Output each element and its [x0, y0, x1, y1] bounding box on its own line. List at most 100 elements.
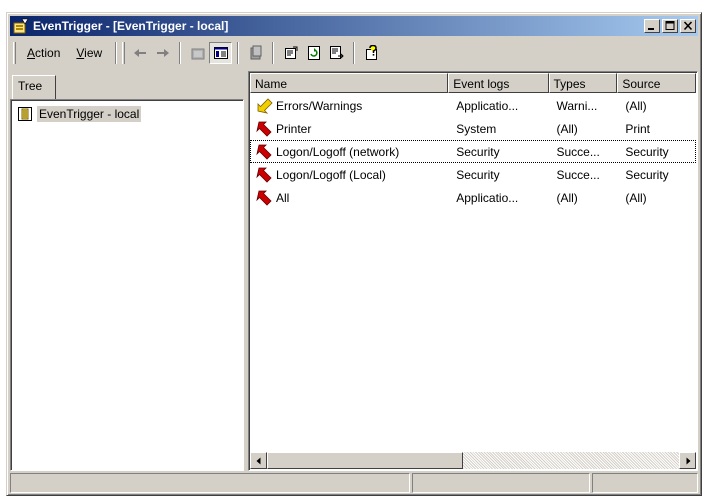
toolbar-separator — [179, 42, 182, 64]
row-event-logs: System — [456, 121, 497, 136]
row-name-cell: Errors/Warnings — [250, 97, 448, 114]
tab-tree-label: Tree — [18, 79, 43, 93]
scroll-right-icon — [686, 457, 690, 464]
list-row[interactable]: All Applicatio... (All) (All) — [250, 186, 696, 209]
maximize-button[interactable] — [662, 19, 678, 33]
export-list-button[interactable] — [325, 42, 348, 64]
list-pane[interactable]: Name Event logs Types Source Errors/Warn… — [248, 71, 698, 471]
menu-view[interactable]: View — [68, 44, 110, 62]
row-name: All — [276, 190, 290, 205]
row-name: Logon/Logoff (network) — [276, 144, 400, 159]
close-button[interactable] — [680, 19, 696, 33]
column-header-event-logs[interactable]: Event logs — [448, 73, 549, 93]
row-types: Succe... — [556, 167, 600, 182]
back-arrow-icon — [133, 49, 146, 57]
minimize-button[interactable] — [644, 19, 660, 33]
forward-arrow-icon — [156, 49, 169, 57]
red-arrow-icon — [256, 144, 272, 160]
scroll-left-button[interactable] — [250, 452, 267, 469]
maximize-icon — [665, 21, 675, 30]
menu-action[interactable]: Action — [19, 44, 68, 62]
row-event-logs: Security — [456, 144, 500, 159]
delete-button[interactable] — [244, 42, 267, 64]
row-name-cell: Logon/Logoff (Local) — [250, 167, 448, 183]
refresh-button[interactable] — [302, 42, 325, 64]
delete-icon — [250, 45, 262, 60]
app-icon — [13, 18, 29, 34]
row-source: (All) — [625, 190, 647, 205]
status-pane-middle — [412, 473, 590, 493]
column-header-label: Types — [553, 77, 586, 91]
row-event-logs: Security — [456, 167, 500, 182]
menu-action-label: Action — [27, 46, 61, 60]
toolbar-separator — [272, 42, 275, 64]
row-event-logs: Applicatio... — [456, 98, 519, 113]
list-row[interactable]: Logon/Logoff (Local) Security Succe... S… — [250, 163, 696, 186]
row-source: Security — [625, 144, 669, 159]
close-icon — [683, 21, 693, 31]
row-types: (All) — [556, 190, 578, 205]
status-bar — [10, 473, 698, 493]
tree-pane[interactable]: EvenTrigger - local — [10, 99, 244, 471]
status-pane-main — [10, 473, 410, 493]
eventrigger-node-icon — [18, 107, 32, 121]
tree-node-root[interactable]: EvenTrigger - local — [17, 106, 142, 122]
row-name: Errors/Warnings — [276, 98, 363, 113]
properties-icon — [284, 46, 298, 59]
tab-tree[interactable]: Tree — [12, 75, 56, 99]
back-button[interactable] — [128, 42, 151, 64]
show-hide-tree-button[interactable] — [209, 42, 233, 64]
list-row[interactable]: Errors/Warnings Applicatio... Warni... (… — [250, 94, 696, 117]
column-header-label: Name — [255, 77, 288, 91]
scroll-thumb[interactable] — [267, 452, 463, 469]
app-window: EvenTrigger - [EvenTrigger - local] Acti… — [6, 12, 702, 496]
up-folder-icon — [191, 48, 205, 60]
red-arrow-icon — [256, 167, 272, 183]
main-content: Tree EvenTrigger - local Name Event logs… — [10, 71, 698, 471]
red-arrow-icon — [256, 121, 272, 137]
column-header-name[interactable]: Name — [250, 73, 449, 93]
list-row[interactable]: Logon/Logoff (network) Security Succe...… — [250, 140, 696, 163]
horizontal-scrollbar[interactable] — [250, 452, 696, 469]
toolbar-grip-2[interactable] — [122, 42, 126, 64]
show-hide-tree-icon — [213, 47, 228, 59]
list-row[interactable]: Printer System (All) Print — [250, 117, 696, 140]
column-header-source[interactable]: Source — [617, 73, 696, 93]
up-level-button[interactable] — [186, 42, 209, 64]
column-header-label: Event logs — [453, 77, 510, 91]
tree-tabbar: Tree — [10, 71, 244, 99]
column-header-label: Source — [622, 77, 661, 91]
red-arrow-icon — [256, 190, 272, 206]
row-name-cell: Logon/Logoff (network) — [250, 144, 448, 160]
minimize-icon — [648, 28, 654, 30]
status-pane-right — [592, 473, 698, 493]
list-header: Name Event logs Types Source — [250, 73, 696, 93]
column-header-types[interactable]: Types — [548, 73, 618, 93]
toolbar-separator — [353, 42, 356, 64]
toolbar-separator — [237, 42, 240, 64]
row-name-cell: All — [250, 190, 448, 206]
toolbar-separator — [115, 42, 118, 64]
forward-button[interactable] — [151, 42, 174, 64]
row-source: Security — [625, 167, 669, 182]
toolbar-grip[interactable] — [13, 42, 16, 64]
row-types: Succe... — [556, 144, 600, 159]
yellow-arrow-icon — [257, 97, 273, 114]
help-icon — [365, 45, 377, 60]
help-button[interactable] — [360, 42, 383, 64]
scroll-right-button[interactable] — [679, 452, 696, 469]
row-types: Warni... — [556, 98, 598, 113]
list-rows: Errors/Warnings Applicatio... Warni... (… — [250, 94, 696, 209]
window-title: EvenTrigger - [EvenTrigger - local] — [33, 19, 229, 33]
properties-button[interactable] — [279, 42, 302, 64]
refresh-icon — [307, 46, 320, 60]
tree-node-label: EvenTrigger - local — [37, 106, 142, 122]
row-source: (All) — [625, 98, 647, 113]
row-event-logs: Applicatio... — [456, 190, 519, 205]
scroll-left-icon — [256, 457, 260, 464]
scroll-track[interactable] — [463, 452, 679, 469]
row-name: Logon/Logoff (Local) — [276, 167, 386, 182]
title-bar[interactable]: EvenTrigger - [EvenTrigger - local] — [10, 16, 698, 36]
row-name: Printer — [276, 121, 312, 136]
row-types: (All) — [556, 121, 578, 136]
